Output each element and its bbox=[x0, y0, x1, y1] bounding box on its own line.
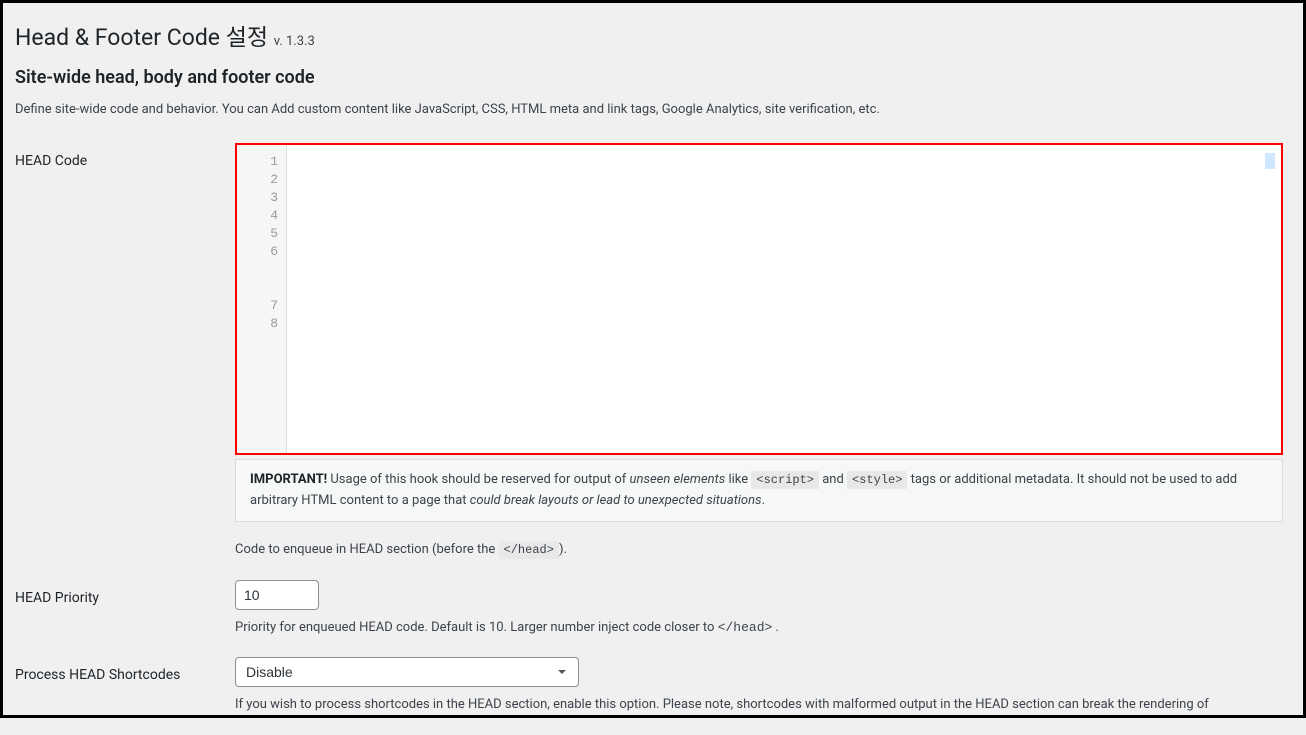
line-number: 7 bbox=[237, 297, 278, 315]
settings-form-table: HEAD Code 1 2 3 4 5 6 7 8 bbox=[15, 143, 1283, 735]
page-title: Head & Footer Code 설정 v. 1.3.3 bbox=[15, 23, 1283, 53]
head-code-editor[interactable]: 1 2 3 4 5 6 7 8 bbox=[235, 143, 1283, 455]
section-title: Site-wide head, body and footer code bbox=[15, 67, 1283, 88]
head-close-tag-code: </head> bbox=[499, 541, 559, 559]
style-tag-code: <style> bbox=[847, 471, 907, 489]
head-close-tag-code: </head> bbox=[718, 620, 773, 635]
line-number: 6 bbox=[237, 243, 278, 297]
head-priority-input[interactable] bbox=[235, 580, 319, 610]
head-priority-label: HEAD Priority bbox=[15, 580, 235, 658]
code-line-gutter: 1 2 3 4 5 6 7 8 bbox=[237, 145, 287, 453]
head-code-important-note: IMPORTANT! Usage of this hook should be … bbox=[235, 459, 1283, 523]
line-number: 3 bbox=[237, 189, 278, 207]
head-shortcodes-label: Process HEAD Shortcodes bbox=[15, 657, 235, 735]
line-number: 8 bbox=[237, 315, 278, 333]
script-tag-code: <script> bbox=[751, 471, 819, 489]
head-shortcodes-help: If you wish to process shortcodes in the… bbox=[235, 695, 1283, 715]
note-important-label: IMPORTANT! bbox=[250, 472, 327, 487]
head-code-help: Code to enqueue in HEAD section (before … bbox=[235, 540, 1283, 560]
line-number: 1 bbox=[237, 153, 278, 171]
code-textarea[interactable] bbox=[287, 145, 1281, 453]
section-description: Define site-wide code and behavior. You … bbox=[15, 102, 1283, 117]
line-number: 5 bbox=[237, 225, 278, 243]
cursor-indicator bbox=[1265, 153, 1275, 169]
line-number: 4 bbox=[237, 207, 278, 225]
page-version: v. 1.3.3 bbox=[274, 34, 315, 49]
head-code-label: HEAD Code bbox=[15, 143, 235, 580]
page-title-text: Head & Footer Code 설정 bbox=[15, 24, 268, 51]
head-shortcodes-select[interactable]: Disable bbox=[235, 657, 579, 687]
line-number: 2 bbox=[237, 171, 278, 189]
head-priority-help: Priority for enqueued HEAD code. Default… bbox=[235, 618, 1283, 638]
